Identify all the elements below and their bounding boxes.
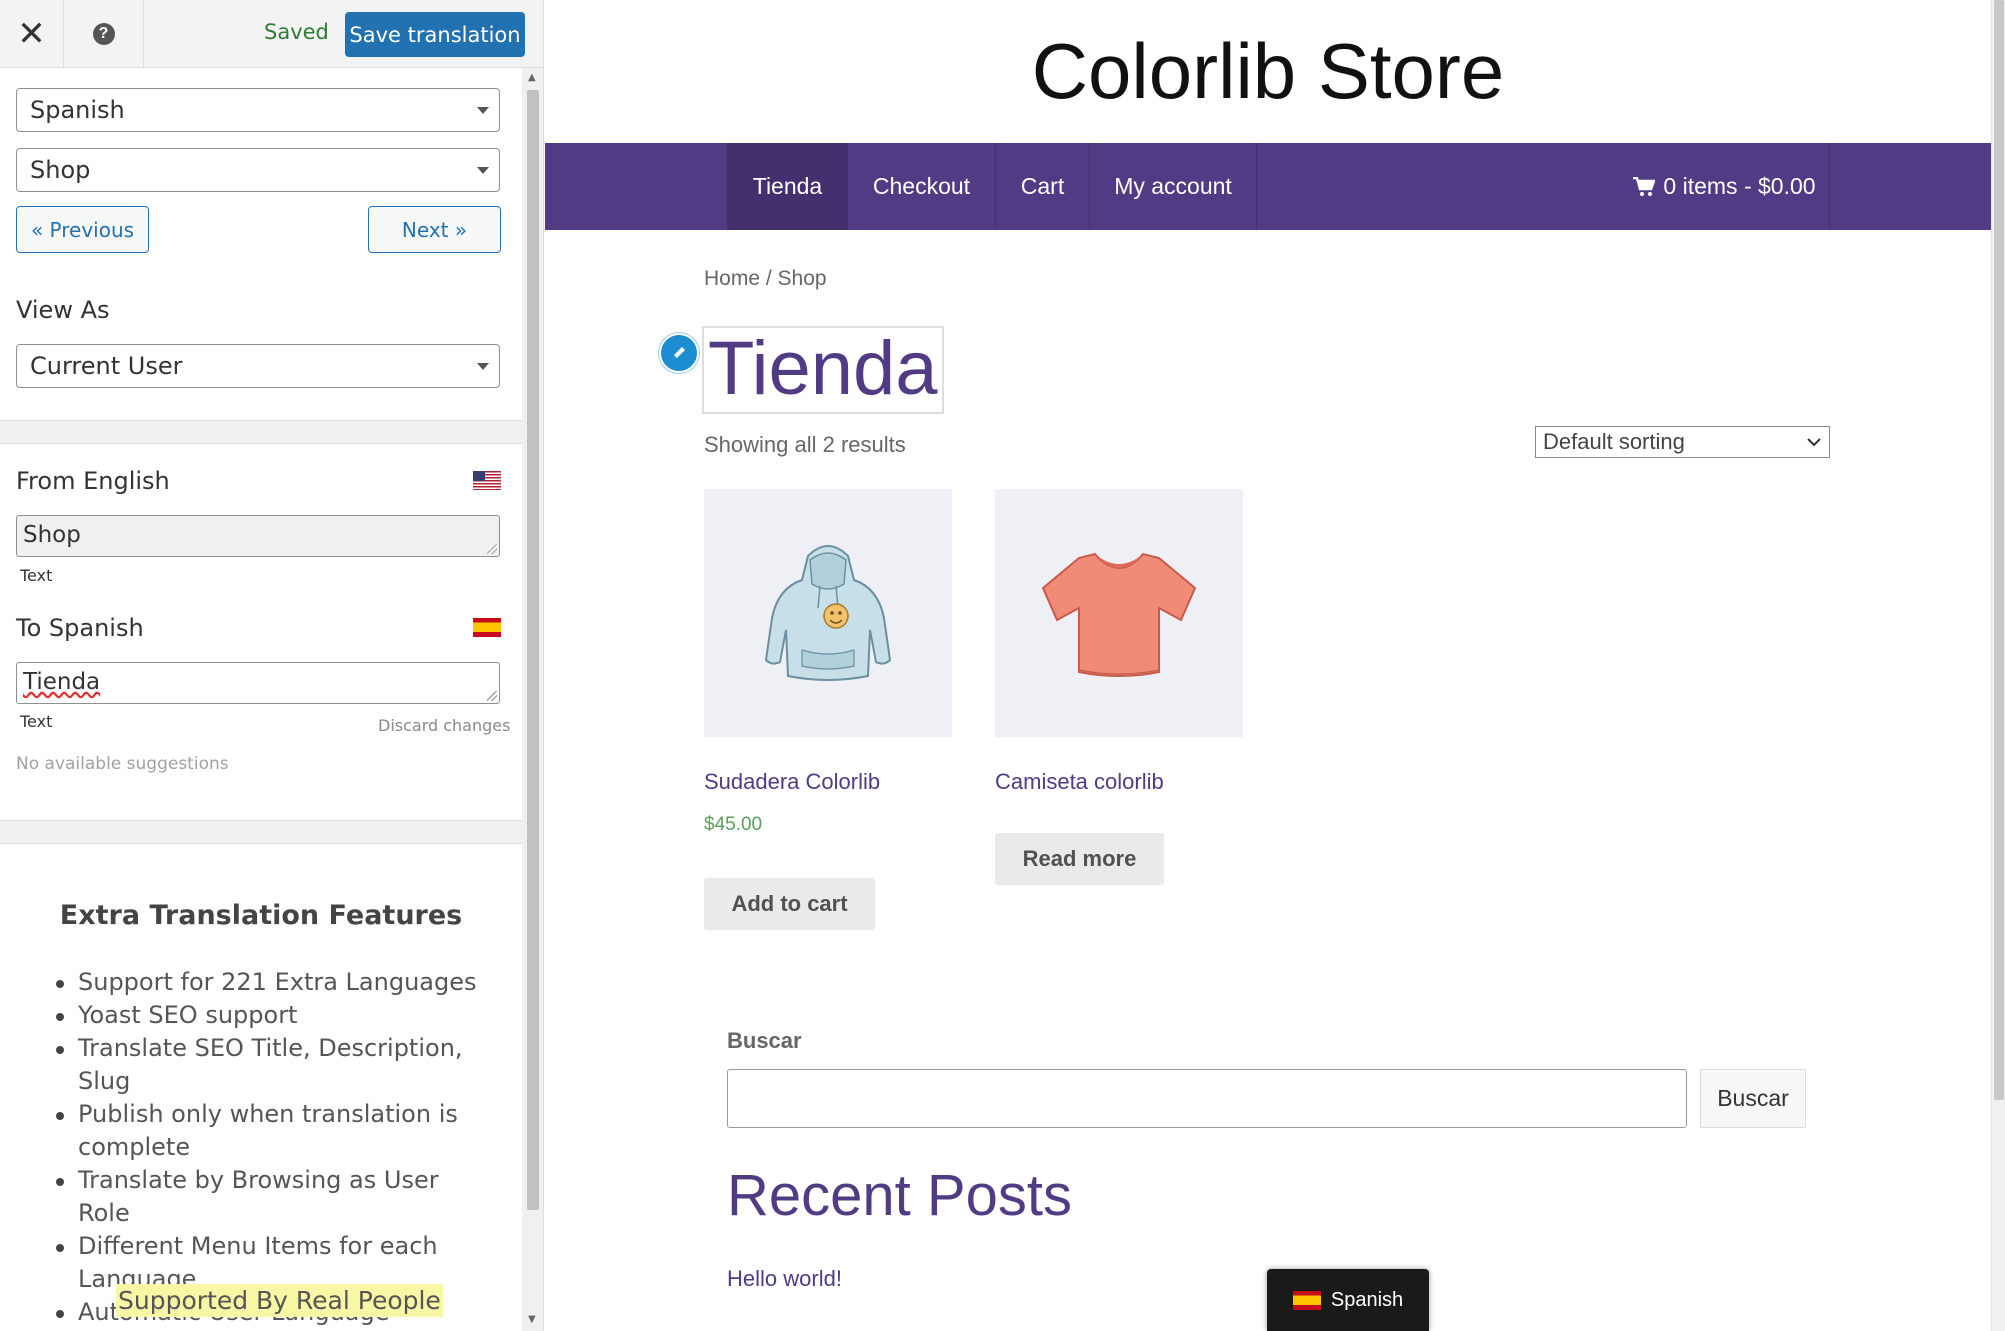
language-select-value: Spanish xyxy=(30,96,125,124)
nav-item-cart[interactable]: Cart xyxy=(995,143,1089,230)
tshirt-image xyxy=(1041,552,1197,677)
product-price: $45.00 xyxy=(704,814,763,835)
hoodie-image xyxy=(764,545,892,681)
panel-scrollbar[interactable]: ▲ ▼ xyxy=(522,68,543,1331)
section-divider xyxy=(0,420,522,444)
to-string-type: Text xyxy=(20,712,53,731)
result-count: Showing all 2 results xyxy=(704,432,906,457)
search-button[interactable]: Buscar xyxy=(1700,1069,1806,1128)
spain-flag-icon xyxy=(473,618,501,637)
site-title[interactable]: Colorlib Store xyxy=(545,26,1991,117)
panel-body: Spanish Shop « Previous Next » View As C… xyxy=(0,68,522,1331)
cart-summary-text: 0 items - $0.00 xyxy=(1663,173,1816,199)
main-navigation: Tienda Checkout Cart My account 0 items … xyxy=(545,143,1991,230)
sorting-select[interactable]: Default sorting xyxy=(1535,426,1830,458)
view-as-select[interactable]: Current User xyxy=(16,344,500,388)
scroll-down-icon[interactable]: ▼ xyxy=(528,1314,536,1325)
us-flag-icon xyxy=(473,471,501,490)
read-more-button[interactable]: Read more xyxy=(995,833,1164,885)
product-name[interactable]: Sudadera Colorlib xyxy=(704,769,880,795)
feature-item: Translate by Browsing as User Role xyxy=(56,1164,496,1230)
translation-text-value: Tienda xyxy=(23,669,101,695)
no-suggestions-text: No available suggestions xyxy=(16,754,229,774)
language-select[interactable]: Spanish xyxy=(16,88,500,132)
language-switcher-label: Spanish xyxy=(1330,1288,1404,1311)
product-image-hoodie[interactable] xyxy=(704,489,952,737)
panel-toolbar: ✕ ? Saved Save translation xyxy=(0,0,543,68)
next-button[interactable]: Next » xyxy=(368,206,501,253)
section-divider xyxy=(0,820,522,844)
page-scrollbar[interactable] xyxy=(1991,0,2005,1331)
from-language-label: From English xyxy=(16,467,170,495)
extra-features-title: Extra Translation Features xyxy=(59,900,463,931)
search-input[interactable] xyxy=(727,1069,1687,1128)
page-title[interactable]: Tienda xyxy=(702,326,944,414)
breadcrumb: Home / Shop xyxy=(704,267,827,291)
site-preview: Colorlib Store Tienda Checkout Cart My a… xyxy=(545,0,1991,1331)
chevron-down-icon xyxy=(477,167,489,174)
recent-post-link[interactable]: Hello world! xyxy=(727,1266,842,1292)
chevron-down-icon xyxy=(477,107,489,114)
nav-item-my-account[interactable]: My account xyxy=(1089,143,1257,230)
view-as-label: View As xyxy=(16,296,110,324)
search-widget-label: Buscar xyxy=(727,1028,802,1053)
chevron-down-icon xyxy=(477,363,489,370)
chevron-down-icon xyxy=(1807,438,1821,447)
sorting-select-value: Default sorting xyxy=(1543,429,1685,454)
breadcrumb-home-link[interactable]: Home xyxy=(704,267,760,290)
edit-translation-pencil-icon[interactable] xyxy=(659,333,699,373)
feature-item: Translate SEO Title, Description, Slug xyxy=(56,1032,496,1098)
cart-icon xyxy=(1633,176,1656,196)
to-language-label: To Spanish xyxy=(16,614,144,642)
feature-item: Publish only when translation is complet… xyxy=(56,1098,496,1164)
close-icon[interactable]: ✕ xyxy=(0,0,64,68)
nav-item-checkout[interactable]: Checkout xyxy=(847,143,995,230)
previous-button[interactable]: « Previous xyxy=(16,206,149,253)
translation-panel: ✕ ? Saved Save translation Spanish Shop … xyxy=(0,0,544,1331)
translation-text-field[interactable]: Tienda xyxy=(16,662,500,704)
support-note: Supported By Real People xyxy=(116,1284,443,1317)
string-select-value: Shop xyxy=(30,156,91,184)
saved-status: Saved xyxy=(264,20,329,44)
discard-changes-link[interactable]: Discard changes xyxy=(378,716,510,735)
original-text-field: Shop xyxy=(16,515,500,557)
page-scrollbar-thumb[interactable] xyxy=(1994,0,2004,1100)
panel-scrollbar-thumb[interactable] xyxy=(527,90,539,1210)
breadcrumb-current: Shop xyxy=(777,267,827,290)
resize-handle-icon xyxy=(487,691,497,701)
features-list: Support for 221 Extra Languages Yoast SE… xyxy=(56,966,496,1331)
feature-item: Yoast SEO support xyxy=(56,999,496,1032)
product-name[interactable]: Camiseta colorlib xyxy=(995,769,1164,795)
add-to-cart-button[interactable]: Add to cart xyxy=(704,878,875,930)
language-switcher[interactable]: Spanish xyxy=(1267,1269,1429,1331)
string-select[interactable]: Shop xyxy=(16,148,500,192)
spain-flag-icon xyxy=(1292,1290,1321,1310)
product-image-tshirt[interactable] xyxy=(995,489,1243,737)
view-as-select-value: Current User xyxy=(30,352,183,380)
feature-item: Support for 221 Extra Languages xyxy=(56,966,496,999)
help-icon: ? xyxy=(92,23,115,45)
nav-item-tienda[interactable]: Tienda xyxy=(727,143,847,230)
scroll-up-icon[interactable]: ▲ xyxy=(528,72,536,83)
product-card: Sudadera Colorlib $45.00 Add to cart xyxy=(704,489,952,930)
cart-summary-link[interactable]: 0 items - $0.00 xyxy=(1620,143,1830,230)
breadcrumb-separator: / xyxy=(760,267,778,290)
recent-posts-title: Recent Posts xyxy=(727,1163,1072,1228)
help-button[interactable]: ? xyxy=(64,0,144,68)
save-translation-button[interactable]: Save translation xyxy=(345,12,525,57)
resize-handle-icon xyxy=(487,544,497,554)
from-string-type: Text xyxy=(20,566,53,585)
original-text-value: Shop xyxy=(23,522,81,548)
product-card: Camiseta colorlib Read more xyxy=(995,489,1243,885)
